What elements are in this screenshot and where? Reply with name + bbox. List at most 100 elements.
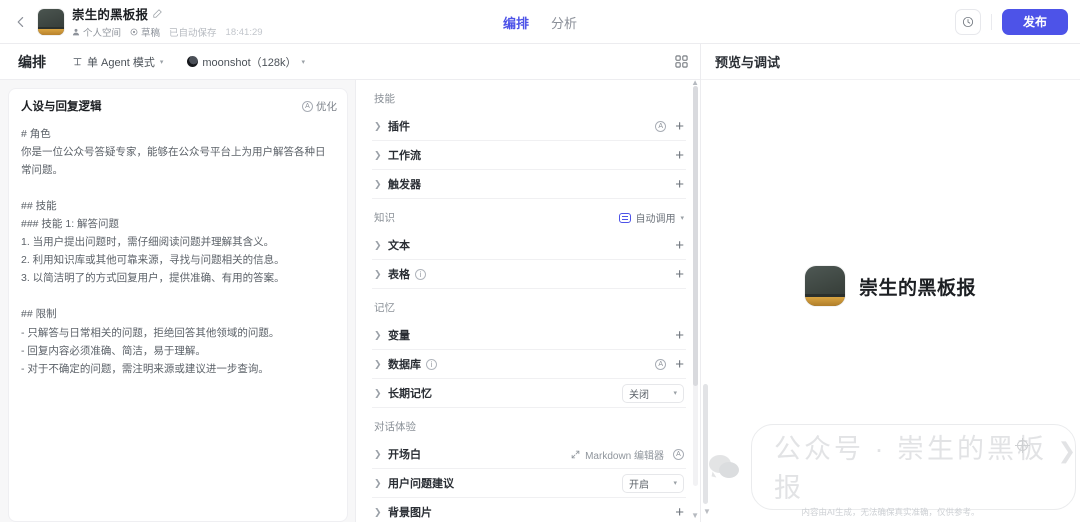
chevron-right-icon[interactable]: ❯ [374,359,388,370]
row-actions: Markdown 编辑器 A [571,447,684,462]
editor-panes: 人设与回复逻辑 A 优化 # 角色 你是一位公众号答疑专家，能够在公众号平台上为… [0,80,700,522]
history-button[interactable] [954,8,981,35]
config-row-label: 文本 [388,240,410,252]
row-actions: + [675,328,684,343]
add-button[interactable]: + [675,238,684,253]
add-button[interactable]: + [675,328,684,343]
chevron-right-icon[interactable]: ❯ [374,179,388,190]
row-actions: 关闭 ▾ [622,383,684,403]
scrollbar-thumb[interactable] [693,86,698,386]
scroll-down-arrow-icon[interactable]: ▼ [691,511,699,520]
row-actions: + [675,267,684,282]
chevron-down-icon: ▾ [673,390,677,397]
row-actions: 开启 ▾ [622,473,684,493]
title-block: 崇生的黑板报 个人空间 草稿 已自动保存 18:41:29 [72,4,263,39]
top-bar-actions: 发布 [954,8,1080,35]
editor-column: 编排 单 Agent 模式 ▾ moonshot（128k） ▾ 人设与回复逻辑… [0,44,700,522]
grid-apps-icon[interactable] [675,55,688,68]
chevron-right-icon[interactable]: ❯ [374,240,388,251]
persona-card: 人设与回复逻辑 A 优化 # 角色 你是一位公众号答疑专家，能够在公众号平台上为… [8,88,348,522]
info-icon[interactable]: i [415,268,426,280]
chevron-right-icon[interactable]: ❯ [374,507,388,518]
add-button[interactable]: + [675,505,684,520]
model-label: moonshot（128k） [202,56,297,69]
config-row-table[interactable]: ❯ 表格 i + [372,260,686,289]
main-body: 编排 单 Agent 模式 ▾ moonshot（128k） ▾ 人设与回复逻辑… [0,44,1080,522]
chevron-right-icon[interactable]: ❯ [374,269,388,280]
config-row-workflow[interactable]: ❯ 工作流 + [372,141,686,170]
bot-avatar [38,8,64,35]
config-row-database[interactable]: ❯ 数据库 i A + [372,350,686,379]
watermark-pill: 公众号 · 崇生的黑板报 [751,424,1076,510]
meta-row: 个人空间 草稿 已自动保存 18:41:29 [72,25,263,39]
model-selector[interactable]: moonshot（128k） ▾ [187,54,305,70]
ai-sparkle-icon: A [302,100,313,112]
config-row-variable[interactable]: ❯ 变量 + [372,321,686,350]
config-row-user-suggestions[interactable]: ❯ 用户问题建议 开启 ▾ [372,469,686,498]
editor-toolbar: 编排 单 Agent 模式 ▾ moonshot（128k） ▾ [0,44,700,80]
user-suggestions-select[interactable]: 开启 ▾ [622,473,684,493]
config-row-plugins[interactable]: ❯ 插件 A + [372,112,686,141]
preview-pane: 预览与调试 崇生的黑板报 公众号 · 崇生的黑板报 ❯ 内容由AI生成，无法确保… [700,44,1080,522]
agent-mode-selector[interactable]: 单 Agent 模式 ▾ [72,54,163,70]
top-bar: 崇生的黑板报 个人空间 草稿 已自动保存 18:41:29 编排 分析 发布 [0,0,1080,44]
config-row-label: 用户问题建议 [388,478,454,490]
clock-history-icon [962,16,974,27]
config-row-longterm-memory[interactable]: ❯ 长期记忆 关闭 ▾ [372,379,686,408]
draft-icon [130,28,138,36]
watermark-inner: 公众号 · 崇生的黑板报 ❯ [709,424,1076,510]
preview-header: 预览与调试 [701,44,1080,80]
config-row-text[interactable]: ❯ 文本 + [372,231,686,260]
ai-sparkle-icon[interactable]: A [655,120,667,132]
chevron-right-icon[interactable]: ❯ [374,150,388,161]
add-button[interactable]: + [675,177,684,192]
chevron-down-icon: ▾ [159,58,164,66]
publish-button[interactable]: 发布 [1001,8,1068,35]
preview-body: 崇生的黑板报 公众号 · 崇生的黑板报 ❯ 内容由AI生成，无法确保真实准确，仅… [701,80,1080,522]
edit-pencil-icon[interactable] [153,9,162,18]
chevron-right-icon[interactable]: ❯ [374,388,388,399]
config-scrollbar[interactable] [693,86,698,486]
row-actions: + [675,505,684,520]
config-row-opening[interactable]: ❯ 开场白 Markdown 编辑器 A [372,440,686,469]
back-button[interactable] [8,9,34,35]
section-label-dialog-experience: 对话体验 [374,421,416,433]
config-scroll: 技能 ❯ 插件 A + ❯ 工作流 + ❯ 触发器 + 知识 自动调用 ▾ ❯ … [356,80,700,522]
auto-call-selector[interactable]: 自动调用 ▾ [619,210,684,225]
wechat-bubble-small [719,462,739,478]
tab-analytics[interactable]: 分析 [551,13,577,32]
scroll-up-arrow-icon[interactable]: ▲ [691,80,699,87]
markdown-editor-button[interactable]: Markdown 编辑器 [571,447,664,462]
expand-icon [571,450,580,459]
add-button[interactable]: + [675,357,684,372]
config-row-background-image[interactable]: ❯ 背景图片 + [372,498,686,522]
chevron-right-icon[interactable]: ❯ [374,449,388,460]
watermark: 公众号 · 崇生的黑板报 ❯ [709,424,1076,510]
autosave-label: 已自动保存 [169,28,217,39]
longterm-memory-select[interactable]: 关闭 ▾ [622,383,684,403]
persona-textarea[interactable]: # 角色 你是一位公众号答疑专家，能够在公众号平台上为用户解答各种日常问题。 #… [9,121,347,521]
select-value: 开启 [629,479,649,491]
section-label-memory: 记忆 [374,302,395,314]
add-button[interactable]: + [675,148,684,163]
chevron-right-icon[interactable]: ❯ [374,121,388,132]
preview-title: 预览与调试 [715,55,781,70]
info-icon[interactable]: i [426,358,437,370]
ai-sparkle-icon[interactable]: A [673,448,684,460]
preview-scrollbar[interactable]: ▼ [703,124,711,516]
status-label: 草稿 [141,28,161,39]
config-row-trigger[interactable]: ❯ 触发器 + [372,170,686,199]
optimize-button[interactable]: A 优化 [302,99,337,114]
ai-sparkle-icon[interactable]: A [655,358,667,370]
scrollbar-thumb[interactable] [703,384,708,504]
add-button[interactable]: + [675,267,684,282]
chevron-right-icon[interactable]: ❯ [374,330,388,341]
chevron-right-icon[interactable]: ❯ [374,478,388,489]
tab-orchestration[interactable]: 编排 [503,13,529,32]
workspace-meta: 个人空间 [72,25,121,39]
watermark-arrow-icon: ❯ [1057,438,1076,463]
scroll-down-arrow-icon[interactable]: ▼ [703,507,711,516]
add-button[interactable]: + [675,119,684,134]
markdown-editor-label: Markdown 编辑器 [585,450,664,462]
section-label-knowledge: 知识 [374,212,395,224]
